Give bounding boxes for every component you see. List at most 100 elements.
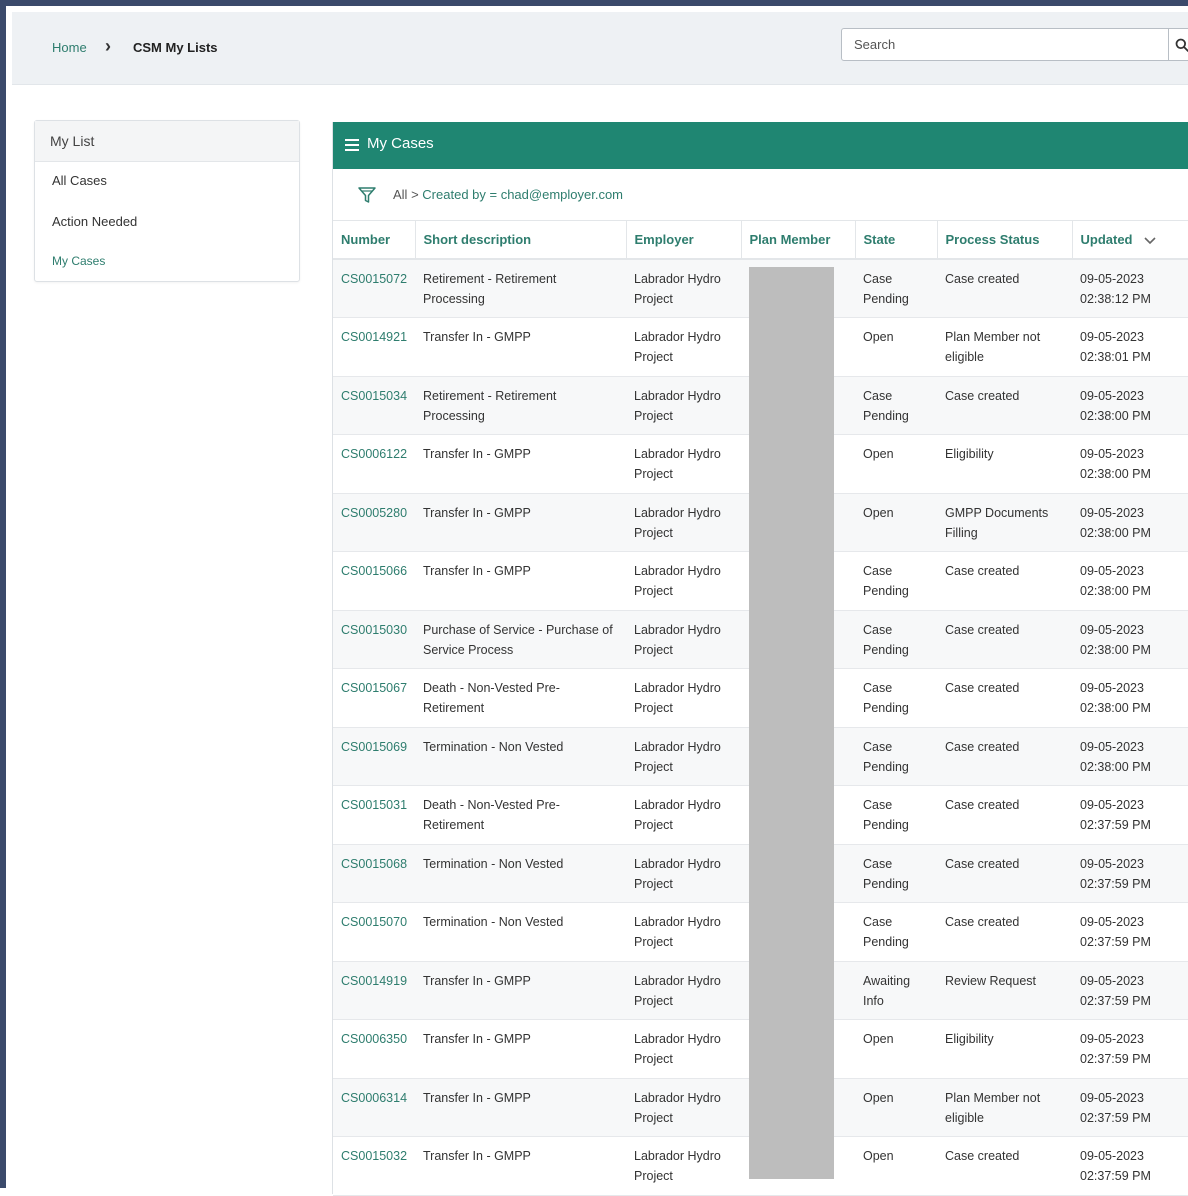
state-cell: Awaiting Info (855, 961, 937, 1020)
state-cell: Case Pending (855, 259, 937, 318)
updated-cell: 09-05-2023 02:38:00 PM (1072, 434, 1188, 494)
process-status-cell: Plan Member not eligible (937, 1078, 1072, 1137)
filter-breadcrumb: All > Created by = chad@employer.com (333, 169, 1188, 221)
process-status-cell: Case created (937, 376, 1072, 435)
state-cell: Case Pending (855, 902, 937, 962)
case-number-link[interactable]: CS0006122 (333, 434, 415, 494)
panel-title: My Cases (367, 135, 434, 152)
updated-cell: 09-05-2023 02:37:59 PM (1072, 785, 1188, 845)
state-cell: Open (855, 1136, 937, 1196)
breadcrumb-home-link[interactable]: Home (52, 40, 87, 55)
case-number-link[interactable]: CS0015070 (333, 902, 415, 962)
case-number-link[interactable]: CS0014919 (333, 961, 415, 1020)
employer-cell: Labrador Hydro Project (626, 551, 741, 611)
case-number-link[interactable]: CS0015068 (333, 844, 415, 903)
process-status-cell: Case created (937, 610, 1072, 669)
column-header-short-description[interactable]: Short description (415, 221, 627, 260)
case-number-link[interactable]: CS0015067 (333, 668, 415, 728)
case-number-link[interactable]: CS0014921 (333, 317, 415, 377)
my-list-title: My List (35, 121, 299, 162)
short-description-cell: Transfer In - GMPP (415, 434, 626, 494)
column-header-state[interactable]: State (855, 221, 938, 260)
filter-icon[interactable] (357, 185, 377, 205)
case-number-link[interactable]: CS0005280 (333, 493, 415, 552)
state-cell: Case Pending (855, 376, 937, 435)
short-description-cell: Transfer In - GMPP (415, 551, 626, 611)
app-frame: Home › CSM My Lists My List All Cases Ac… (0, 0, 1188, 1196)
my-list-panel: My List All Cases Action Needed My Cases (34, 120, 300, 282)
sidebar-item-action-needed[interactable]: Action Needed (52, 214, 137, 229)
case-number-link[interactable]: CS0015072 (333, 259, 415, 318)
process-status-cell: Case created (937, 259, 1072, 318)
case-number-link[interactable]: CS0015034 (333, 376, 415, 435)
employer-cell: Labrador Hydro Project (626, 610, 741, 669)
short-description-cell: Retirement - Retirement Processing (415, 376, 626, 435)
panel-header: My Cases (333, 122, 1188, 169)
updated-cell: 09-05-2023 02:38:00 PM (1072, 551, 1188, 611)
state-cell: Case Pending (855, 785, 937, 845)
state-cell: Case Pending (855, 844, 937, 903)
process-status-cell: GMPP Documents Filling (937, 493, 1072, 552)
short-description-cell: Transfer In - GMPP (415, 493, 626, 552)
sort-descending-icon[interactable] (1144, 236, 1156, 245)
employer-cell: Labrador Hydro Project (626, 1136, 741, 1196)
state-cell: Open (855, 493, 937, 552)
filter-condition-link[interactable]: Created by = chad@employer.com (422, 187, 623, 202)
employer-cell: Labrador Hydro Project (626, 785, 741, 845)
state-cell: Open (855, 1019, 937, 1079)
process-status-cell: Case created (937, 668, 1072, 728)
short-description-cell: Retirement - Retirement Processing (415, 259, 626, 318)
updated-cell: 09-05-2023 02:38:00 PM (1072, 610, 1188, 669)
filter-all-link[interactable]: All (393, 187, 407, 202)
state-cell: Case Pending (855, 668, 937, 728)
process-status-cell: Eligibility (937, 434, 1072, 494)
employer-cell: Labrador Hydro Project (626, 434, 741, 494)
column-header-plan-member[interactable]: Plan Member (741, 221, 856, 260)
case-number-link[interactable]: CS0015031 (333, 785, 415, 845)
case-number-link[interactable]: CS0006350 (333, 1019, 415, 1079)
process-status-cell: Case created (937, 1136, 1072, 1196)
updated-cell: 09-05-2023 02:38:01 PM (1072, 317, 1188, 377)
employer-cell: Labrador Hydro Project (626, 493, 741, 552)
filter-conditions: All > Created by = chad@employer.com (393, 187, 623, 202)
updated-cell: 09-05-2023 02:37:59 PM (1072, 1136, 1188, 1196)
employer-cell: Labrador Hydro Project (626, 961, 741, 1020)
updated-cell: 09-05-2023 02:37:59 PM (1072, 902, 1188, 962)
employer-cell: Labrador Hydro Project (626, 259, 741, 318)
sidebar-item-my-cases[interactable]: My Cases (52, 254, 105, 268)
hamburger-menu-icon[interactable] (345, 135, 359, 155)
short-description-cell: Transfer In - GMPP (415, 1136, 626, 1196)
sidebar-item-all-cases[interactable]: All Cases (52, 173, 107, 188)
updated-cell: 09-05-2023 02:37:59 PM (1072, 1078, 1188, 1137)
search-input[interactable] (842, 29, 1168, 60)
state-cell: Open (855, 1078, 937, 1137)
case-number-link[interactable]: CS0015032 (333, 1136, 415, 1196)
employer-cell: Labrador Hydro Project (626, 1019, 741, 1079)
updated-cell: 09-05-2023 02:37:59 PM (1072, 961, 1188, 1020)
updated-cell: 09-05-2023 02:37:59 PM (1072, 1019, 1188, 1079)
short-description-cell: Termination - Non Vested (415, 727, 626, 786)
updated-cell: 09-05-2023 02:38:00 PM (1072, 668, 1188, 728)
state-cell: Case Pending (855, 551, 937, 611)
short-description-cell: Termination - Non Vested (415, 844, 626, 903)
case-number-link[interactable]: CS0015066 (333, 551, 415, 611)
short-description-cell: Termination - Non Vested (415, 902, 626, 962)
search-box (841, 28, 1188, 61)
process-status-cell: Case created (937, 727, 1072, 786)
process-status-cell: Eligibility (937, 1019, 1072, 1079)
process-status-cell: Case created (937, 551, 1072, 611)
updated-cell: 09-05-2023 02:38:00 PM (1072, 376, 1188, 435)
column-header-updated[interactable]: Updated (1072, 221, 1188, 260)
short-description-cell: Transfer In - GMPP (415, 1078, 626, 1137)
column-header-number[interactable]: Number (333, 221, 416, 260)
column-header-process-status[interactable]: Process Status (937, 221, 1073, 260)
search-button[interactable] (1168, 29, 1188, 60)
case-number-link[interactable]: CS0015030 (333, 610, 415, 669)
case-number-link[interactable]: CS0006314 (333, 1078, 415, 1137)
short-description-cell: Death - Non-Vested Pre-Retirement (415, 668, 626, 728)
case-number-link[interactable]: CS0015069 (333, 727, 415, 786)
breadcrumb-current: CSM My Lists (133, 40, 218, 55)
employer-cell: Labrador Hydro Project (626, 1078, 741, 1137)
redacted-plan-member-block (749, 267, 834, 1179)
column-header-employer[interactable]: Employer (626, 221, 742, 260)
